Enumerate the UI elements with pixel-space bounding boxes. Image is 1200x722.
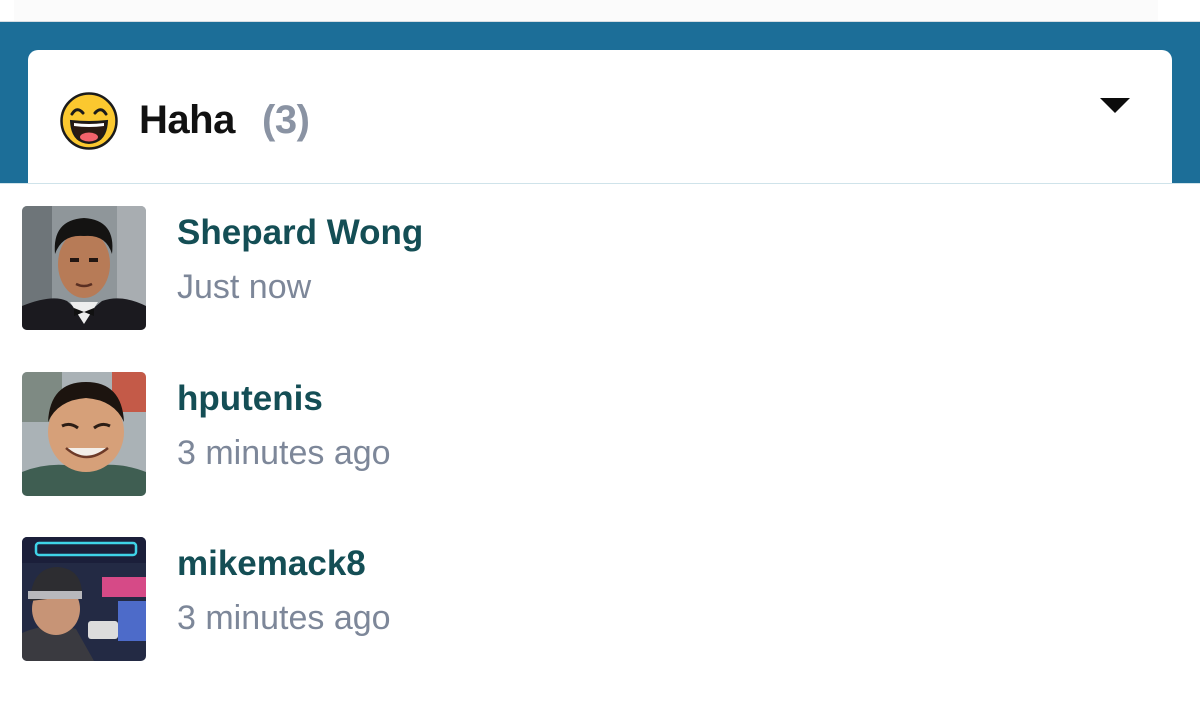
avatar[interactable]: [22, 372, 146, 496]
avatar[interactable]: [22, 206, 146, 330]
caret-down-icon[interactable]: [1098, 96, 1132, 116]
reaction-time: 3 minutes ago: [177, 599, 391, 637]
laughing-face-icon: [60, 92, 118, 150]
avatar-image: [22, 206, 146, 330]
reaction-time: 3 minutes ago: [177, 434, 391, 472]
user-name[interactable]: hputenis: [177, 378, 323, 420]
list-item[interactable]: hputenis 3 minutes ago: [0, 350, 1200, 510]
reaction-header[interactable]: Haha (3): [28, 50, 1172, 190]
user-name[interactable]: Shepard Wong: [177, 212, 423, 254]
avatar-image: [22, 372, 146, 496]
avatar[interactable]: [22, 537, 146, 661]
reaction-time: Just now: [177, 268, 312, 306]
top-bar: [0, 0, 1200, 22]
reaction-count: (3): [262, 98, 310, 142]
list-item[interactable]: mikemack8 3 minutes ago: [0, 515, 1200, 675]
user-name[interactable]: mikemack8: [177, 543, 366, 585]
avatar-image: [22, 537, 146, 661]
list-item[interactable]: Shepard Wong Just now: [0, 184, 1200, 344]
top-bar-surface: [14, 0, 1158, 21]
reactions-screen: Haha (3) Shepard Wong Just now hputenis …: [0, 0, 1200, 722]
reaction-label: Haha: [139, 98, 235, 142]
